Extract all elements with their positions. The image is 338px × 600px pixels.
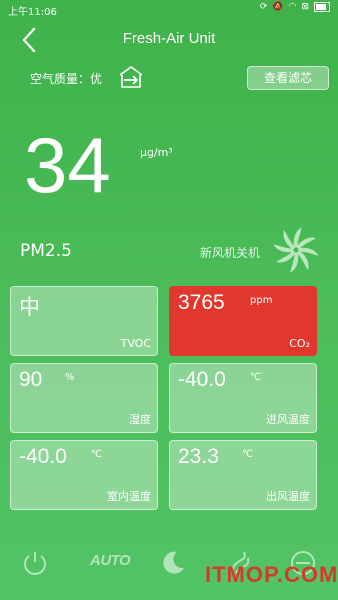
indoor-temp-value: -40.0	[19, 445, 67, 468]
power-icon[interactable]	[20, 548, 50, 578]
indoor-temp-label: 室内温度	[107, 490, 151, 503]
inlet-temp-card[interactable]: -40.0 ℃ 进风温度	[169, 363, 317, 433]
status-icons: ⟳ 🔕 ◠ ⊠	[260, 2, 330, 12]
humidity-card[interactable]: 90 % 湿度	[10, 363, 158, 433]
outlet-temp-label: 出风温度	[266, 490, 310, 503]
inlet-temp-unit: ℃	[250, 372, 262, 383]
night-mode-icon[interactable]	[158, 548, 188, 578]
home-arrow-icon[interactable]	[118, 65, 144, 89]
co2-card[interactable]: 3765 ppm CO₂	[169, 286, 317, 356]
pm25-value: 34	[24, 121, 111, 209]
auto-mode-button[interactable]: AUTO	[90, 552, 131, 569]
fan-icon[interactable]	[272, 226, 320, 274]
pm25-unit: μg/m³	[140, 146, 173, 159]
fan-status-label: 新风机关机	[200, 246, 261, 260]
inlet-temp-label: 进风温度	[266, 413, 310, 426]
tvoc-label: TVOC	[120, 337, 151, 350]
humidity-label: 湿度	[129, 413, 151, 426]
wifi-icon: ◠	[288, 2, 297, 12]
co2-label: CO₂	[289, 337, 310, 350]
view-filter-button[interactable]: 查看滤芯	[247, 66, 329, 90]
indoor-temp-card[interactable]: -40.0 ℃ 室内温度	[10, 440, 158, 510]
humidity-unit: %	[65, 372, 75, 383]
indoor-temp-unit: ℃	[91, 449, 103, 460]
page-title: Fresh-Air Unit	[122, 30, 216, 47]
inlet-temp-value: -40.0	[178, 368, 226, 391]
sync-icon: ⟳	[259, 2, 268, 12]
no-sim-icon: ⊠	[301, 2, 309, 12]
battery-icon	[314, 2, 330, 12]
pm25-label: PM2.5	[20, 241, 72, 261]
outlet-temp-card[interactable]: 23.3 ℃ 出风温度	[169, 440, 317, 510]
mute-icon: 🔕	[272, 2, 284, 12]
status-time: 上午11:06	[8, 7, 57, 18]
outlet-temp-value: 23.3	[178, 445, 219, 468]
tvoc-value: 中	[19, 296, 40, 319]
air-quality-label: 空气质量：优	[30, 72, 103, 86]
status-bar: 上午11:06 ⟳ 🔕 ◠ ⊠	[0, 0, 338, 18]
outlet-temp-unit: ℃	[242, 449, 254, 460]
co2-value: 3765	[178, 291, 225, 314]
co2-unit: ppm	[250, 295, 273, 306]
site-watermark: ITMOP.COM	[205, 562, 338, 587]
tvoc-card[interactable]: 中 TVOC	[10, 286, 158, 356]
humidity-value: 90	[19, 368, 43, 391]
